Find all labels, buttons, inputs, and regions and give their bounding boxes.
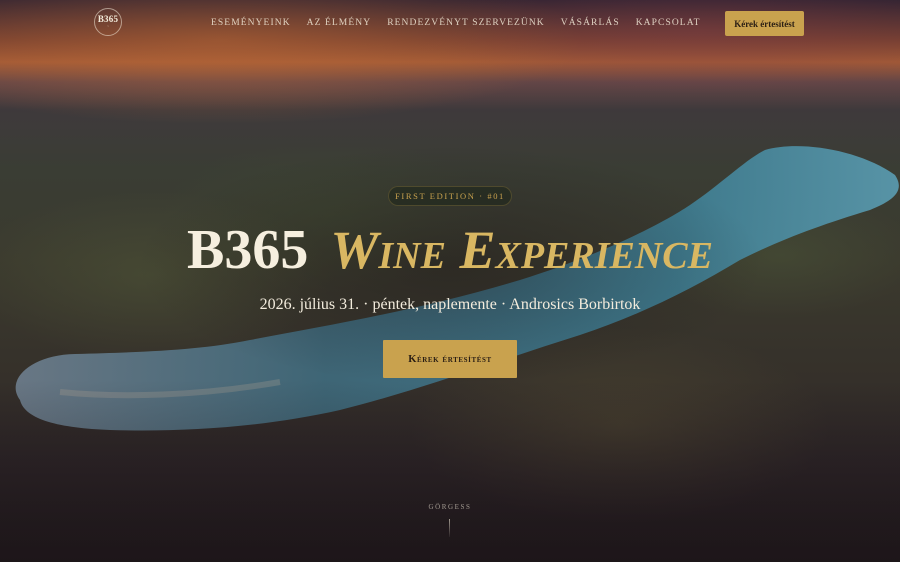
brand-logo[interactable]: B365 ~ (94, 8, 122, 36)
nav-item-esemenyeink[interactable]: Eseményeink (203, 16, 299, 30)
nav-item-rendezvenyt-szervezunk[interactable]: Rendezvényt szervezünk (379, 16, 553, 30)
top-navigation: B365 ~ Eseményeink Az élmény Rendezvényt… (0, 0, 900, 46)
hero-title-accent: Wine Experience (330, 220, 713, 280)
nav-item-az-elmeny[interactable]: Az élmény (299, 16, 380, 30)
edition-badge: FIRST EDITION · #01 (388, 186, 512, 206)
logo-ring (94, 8, 122, 36)
event-details: 2026. július 31. · péntek, naplemente · … (259, 296, 641, 313)
scroll-indicator-line (449, 519, 450, 537)
hero-title-main: B365 (187, 219, 309, 281)
hero-title: B365 Wine Experience (0, 218, 900, 282)
notify-me-button[interactable]: Kérek értesítést (725, 11, 804, 36)
scroll-hint: GÖRGESS (428, 503, 472, 511)
hero-cta-button[interactable]: Kérek értesítést (383, 340, 517, 378)
nav-item-vasarlas[interactable]: Vásárlás (553, 16, 628, 30)
nav-item-kapcsolat[interactable]: Kapcsolat (628, 16, 709, 30)
main-menu: Eseményeink Az élmény Rendezvényt szerve… (203, 16, 709, 30)
